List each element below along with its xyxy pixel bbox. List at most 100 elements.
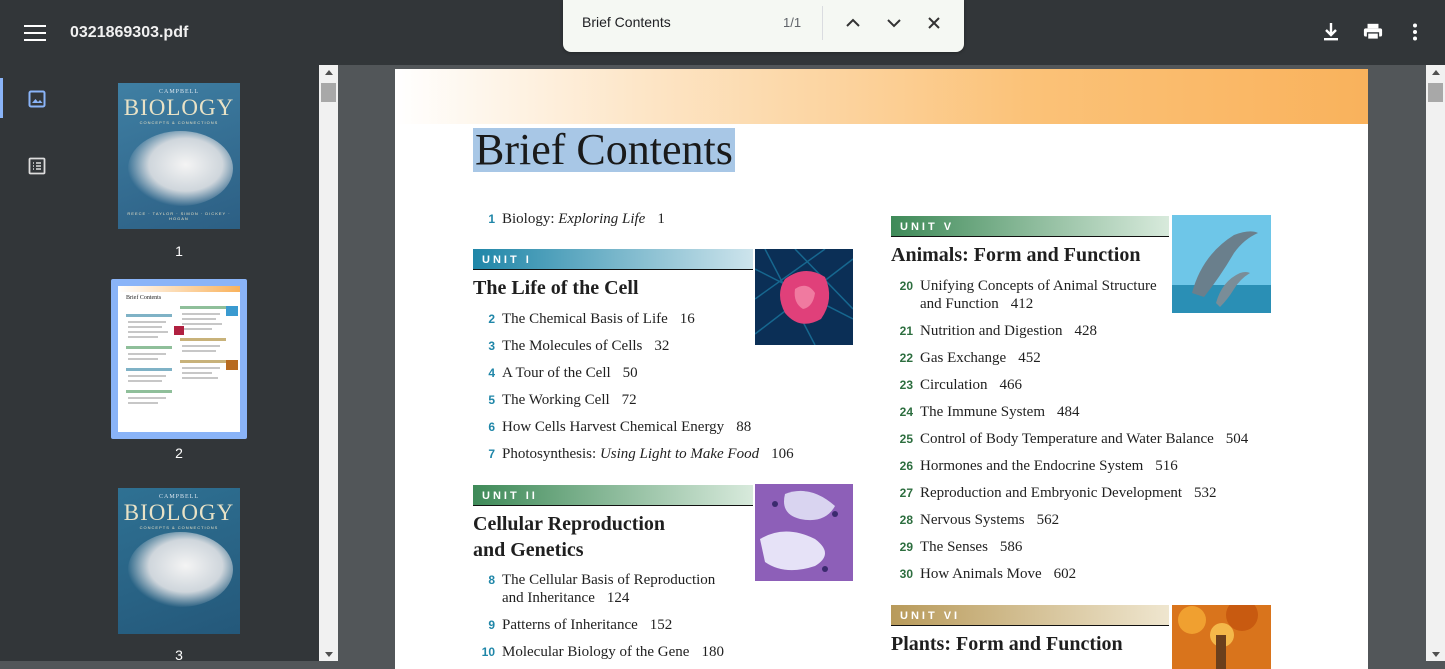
chapter-title: Nutrition and Digestion [920,323,1063,339]
chapter-page: 88 [736,419,752,435]
cover-title: BIOLOGY [123,95,235,120]
chapter-entry[interactable]: 6 How Cells Harvest Chemical Energy 88 [473,419,751,436]
chapter-entry[interactable]: 27 Reproduction and Embryonic Development… [891,485,1217,502]
chapter-entry[interactable]: 23 Circulation 466 [891,377,1022,394]
chapter-entry[interactable]: 30 How Animals Move 602 [891,566,1077,583]
page-thumbnail-3[interactable]: CAMPBELL BIOLOGY CONCEPTS & CONNECTIONS [118,488,240,634]
more-vert-icon[interactable] [1405,20,1425,44]
chapter-entry[interactable]: 3 The Molecules of Cells 32 [473,338,669,355]
scroll-down-arrow-icon[interactable] [1426,647,1445,661]
pdf-page: Brief Contents 1 Biology: Exploring Life 1… [395,69,1368,669]
chapter-page: 532 [1194,485,1217,501]
chapter-entry[interactable]: 4 A Tour of the Cell 50 [473,365,638,382]
chapter-entry-continuation[interactable]: and Inheritance 124 [473,590,629,607]
unit-5-banner: UNIT V [891,216,1169,237]
autumn-tree-photo-image [1172,599,1271,669]
unit-6-banner: UNIT VI [891,605,1169,626]
owl-illustration [128,131,233,206]
chapter-number: 6 [488,420,495,434]
unit-1-title: The Life of the Cell [473,277,639,299]
unit-6-title: Plants: Form and Function [891,633,1123,655]
chapter-number: 26 [899,459,913,473]
unit-label: UNIT II [482,490,538,502]
chapter-title: Circulation [920,377,988,393]
scrollbar-thumb[interactable] [1428,83,1443,102]
unit-title-line: and Genetics [473,539,584,561]
thumbnails-tab-icon[interactable] [20,82,54,116]
active-tab-indicator [0,78,3,118]
chapter-number: 29 [899,540,913,554]
chapter-number: 5 [488,393,495,407]
chapter-title: and Inheritance [502,590,595,606]
chapter-entry[interactable]: 7 Photosynthesis: Using Light to Make Foo… [473,446,794,463]
chapter-entry[interactable]: 8 The Cellular Basis of Reproduction [473,572,715,589]
chapter-title: Molecular Biology of the Gene [502,644,690,660]
chapter-page: 106 [771,446,794,462]
find-previous-button[interactable] [842,12,864,34]
chapter-number: 22 [899,351,913,365]
find-next-button[interactable] [883,12,905,34]
chapter-entry[interactable]: 26 Hormones and the Endocrine System 516 [891,458,1178,475]
chapter-entry-continuation[interactable]: and Function 412 [891,296,1033,313]
hamburger-menu-icon[interactable] [22,22,48,44]
download-icon[interactable] [1321,20,1341,44]
chapter-page: 16 [679,311,695,327]
page-thumbnail-2[interactable]: Brief Contents [111,279,247,439]
sidebar-scrollbar[interactable] [319,65,338,661]
chapter-page: 586 [999,539,1023,555]
unit-label: UNIT VI [900,610,961,622]
scroll-down-arrow-icon[interactable] [319,647,338,661]
unit-1-banner: UNIT I [473,249,753,270]
chapter-entry[interactable]: 1 Biology: Exploring Life 1 [473,211,665,228]
chapter-entry[interactable]: 10 Molecular Biology of the Gene 180 [473,644,724,661]
find-bar: Brief Contents 1/1 [563,0,964,52]
print-icon[interactable] [1363,20,1383,44]
cover-title: BIOLOGY [123,500,235,525]
chapter-entry[interactable]: 21 Nutrition and Digestion 428 [891,323,1097,340]
scrollbar-thumb[interactable] [321,83,336,102]
chapter-entry[interactable]: 5 The Working Cell 72 [473,392,637,409]
chapter-entry[interactable]: 9 Patterns of Inheritance 152 [473,617,672,634]
unit-5-title: Animals: Form and Function [891,244,1141,266]
chapter-page: 124 [606,590,630,606]
main-scrollbar[interactable] [1426,65,1445,661]
chapter-entry[interactable]: 25 Control of Body Temperature and Water … [891,431,1249,448]
chapter-entry[interactable]: 20 Unifying Concepts of Animal Structure [891,278,1157,295]
find-close-button[interactable] [923,12,945,34]
chapter-page: 412 [1010,296,1034,312]
chapter-page: 180 [701,644,724,660]
chromosome-micrograph-image [755,484,853,581]
chapter-title: Biology: [502,211,559,227]
find-match-count: 1/1 [783,15,802,30]
cover-subtitle: CONCEPTS & CONNECTIONS [139,525,219,530]
chapter-number: 2 [488,312,495,326]
chapter-number: 7 [488,447,495,461]
chapter-entry[interactable]: 28 Nervous Systems 562 [891,512,1059,529]
outline-tab-icon[interactable] [20,149,54,183]
chapter-number: 24 [899,405,913,419]
chapter-title: Control of Body Temperature and Water Ba… [920,431,1214,447]
cover-subtitle: CONCEPTS & CONNECTIONS [139,120,219,125]
mini-page-title: Brief Contents [126,295,162,301]
chapter-title-italic: Exploring Life [558,211,646,227]
scroll-up-arrow-icon[interactable] [319,65,338,79]
chapter-title: How Cells Harvest Chemical Energy [502,419,725,435]
chapter-title: The Molecules of Cells [502,338,643,354]
chapter-title: Nervous Systems [920,512,1025,528]
chapter-page: 50 [622,365,638,381]
chapter-entry[interactable]: 24 The Immune System 484 [891,404,1080,421]
chapter-entry[interactable]: 22 Gas Exchange 452 [891,350,1041,367]
unit-label: UNIT I [482,254,532,266]
chapter-page: 72 [621,392,637,408]
chapter-entry[interactable]: 2 The Chemical Basis of Life 16 [473,311,695,328]
chapter-entry[interactable]: 29 The Senses 586 [891,539,1023,556]
find-input[interactable]: Brief Contents [582,14,671,30]
page-thumbnail-1[interactable]: CAMPBELL BIOLOGY CONCEPTS & CONNECTIONS … [118,83,240,229]
chapter-title: Photosynthesis: [502,446,600,462]
chapter-title: The Senses [920,539,988,555]
chapter-page: 466 [999,377,1023,393]
chapter-title: Reproduction and Embryonic Development [920,485,1183,501]
chapter-page: 562 [1036,512,1060,528]
scroll-up-arrow-icon[interactable] [1426,65,1445,79]
chapter-title: The Cellular Basis of Reproduction [502,572,716,588]
